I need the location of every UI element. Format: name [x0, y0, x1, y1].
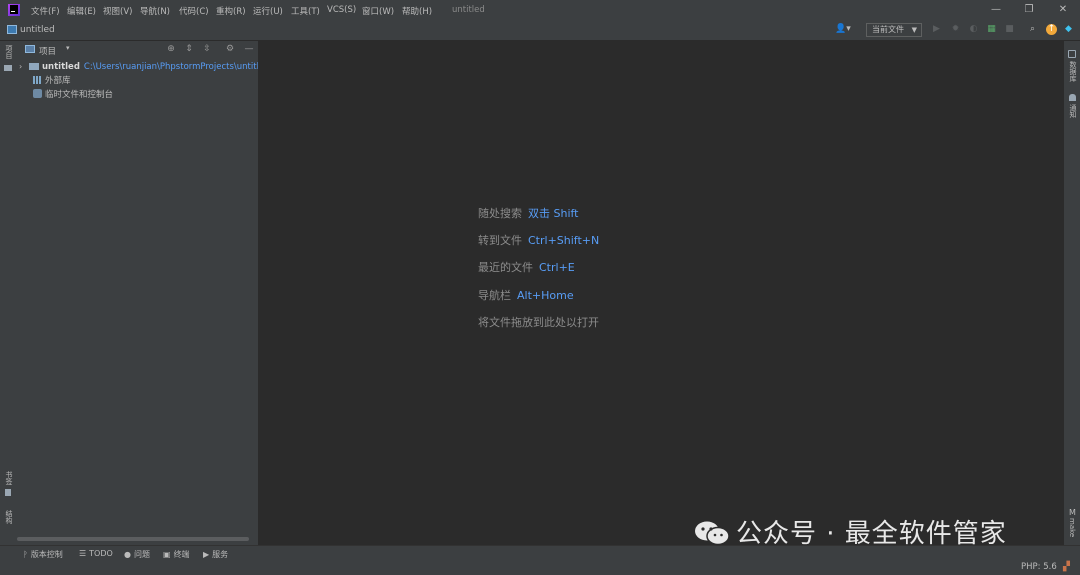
hint-goto-file: 转到文件 Ctrl+Shift+N	[478, 232, 599, 248]
update-icon[interactable]: ↑	[1046, 24, 1057, 35]
hint-shortcut: Ctrl+E	[539, 261, 575, 274]
hint-text: 将文件拖放到此处以打开	[478, 316, 599, 329]
hint-shortcut: 双击 Shift	[528, 207, 579, 220]
menu-refactor[interactable]: 重构(R)	[216, 5, 246, 17]
project-tool-tab[interactable]: 项目	[4, 45, 14, 59]
todo-tab[interactable]: ☰ TODO	[79, 549, 113, 558]
menu-window[interactable]: 窗口(W)	[362, 5, 394, 17]
run-icon[interactable]: ▶	[931, 24, 942, 35]
hint-text: 导航栏	[478, 289, 511, 302]
expand-all-icon[interactable]: ⇕	[184, 44, 194, 54]
menu-run[interactable]: 运行(U)	[253, 5, 283, 17]
make-tool-tab[interactable]: make	[1068, 518, 1076, 537]
run-configuration-label: 当前文件	[872, 25, 904, 34]
tree-row-project-root[interactable]: › untitled C:\Users\ruanjian\PhpstormProje…	[15, 60, 258, 74]
tab-label: 版本控制	[30, 550, 63, 559]
watermark: 公众号 · 最全软件管家	[694, 513, 1007, 550]
terminal-icon: ▣	[163, 550, 171, 559]
php-language-level[interactable]: PHP: 5.6	[1021, 562, 1057, 572]
coverage-icon[interactable]: ◐	[968, 24, 979, 35]
gear-icon[interactable]: ⚙	[225, 44, 235, 54]
make-icon: M	[1069, 508, 1076, 517]
editor-empty-area[interactable]	[259, 41, 1064, 545]
library-icon	[33, 76, 42, 84]
restore-icon[interactable]: ❐	[1019, 3, 1039, 17]
menu-help[interactable]: 帮助(H)	[402, 5, 432, 17]
menu-view[interactable]: 视图(V)	[103, 5, 132, 17]
debug-icon[interactable]: ✹	[950, 24, 961, 35]
tree-root-name: untitled	[42, 62, 80, 72]
breadcrumb-project[interactable]: untitled	[20, 25, 55, 35]
notifications-tool-tab[interactable]: 通知	[1068, 104, 1078, 118]
hint-text: 最近的文件	[478, 261, 533, 274]
bookmarks-tool-tab[interactable]: 书签	[4, 471, 14, 485]
bookmark-icon	[5, 489, 11, 496]
hint-search-everywhere: 随处搜索 双击 Shift	[478, 205, 579, 221]
hint-shortcut: Ctrl+Shift+N	[528, 234, 600, 247]
problems-icon: ●	[124, 550, 131, 559]
phpstorm-logo-icon[interactable]	[8, 4, 20, 16]
hint-text: 转到文件	[478, 234, 522, 247]
window-title: untitled	[452, 5, 485, 15]
panel-title[interactable]: 项目	[39, 45, 56, 57]
structure-tool-tab[interactable]: 结构	[4, 510, 14, 524]
stop-icon[interactable]: ■	[1004, 24, 1015, 35]
account-icon[interactable]: 👤▾	[835, 24, 851, 34]
menu-code[interactable]: 代码(C)	[179, 5, 209, 17]
menu-edit[interactable]: 编辑(E)	[67, 5, 96, 17]
problems-tab[interactable]: ● 问题	[124, 549, 150, 560]
project-tab-folder-icon	[4, 65, 12, 71]
tree-scratches-label: 临时文件和控制台	[45, 90, 114, 100]
tree-external-libraries-label: 外部库	[45, 76, 71, 86]
version-control-icon: ᚹ	[23, 550, 28, 559]
database-tool-tab[interactable]: 数据库	[1068, 61, 1078, 82]
menu-vcs[interactable]: VCS(S)	[327, 5, 356, 15]
jetbrains-toolbox-icon[interactable]: ◆	[1063, 24, 1074, 35]
project-folder-icon	[7, 25, 17, 34]
folder-icon	[29, 63, 39, 70]
project-view-icon	[25, 45, 35, 53]
hint-navigation-bar: 导航栏 Alt+Home	[478, 287, 574, 303]
project-tool-window	[15, 41, 258, 545]
minimize-icon[interactable]: —	[986, 3, 1006, 17]
services-icon: ▶	[203, 550, 210, 559]
version-control-tab[interactable]: ᚹ 版本控制	[23, 549, 63, 560]
tab-label: 服务	[212, 550, 229, 559]
collapse-all-icon[interactable]: ⇳	[202, 44, 212, 54]
terminal-tab[interactable]: ▣ 终端	[163, 549, 190, 560]
tab-label: TODO	[89, 549, 113, 558]
locate-file-icon[interactable]: ⊕	[166, 44, 176, 54]
hint-recent-files: 最近的文件 Ctrl+E	[478, 259, 575, 275]
scratches-icon	[33, 89, 42, 98]
search-icon[interactable]: ⌕	[1027, 24, 1038, 35]
left-tool-strip	[0, 41, 15, 545]
todo-icon: ☰	[79, 549, 87, 558]
menu-navigate[interactable]: 导航(N)	[140, 5, 170, 17]
hide-panel-icon[interactable]: —	[244, 44, 254, 54]
database-icon	[1068, 50, 1076, 58]
status-bar	[0, 563, 1080, 575]
hint-shortcut: Alt+Home	[517, 289, 574, 302]
close-icon[interactable]: ✕	[1053, 3, 1073, 17]
services-tab[interactable]: ▶ 服务	[203, 549, 228, 560]
tree-row-scratches[interactable]: 临时文件和控制台	[15, 88, 258, 102]
file-indicator-icon[interactable]: ▞	[1063, 562, 1070, 572]
profiler-icon[interactable]: ▦	[986, 24, 997, 35]
hint-text: 随处搜索	[478, 207, 522, 220]
tab-label: 终端	[173, 550, 190, 559]
horizontal-scrollbar[interactable]	[17, 537, 249, 541]
hint-drop-files: 将文件拖放到此处以打开	[478, 314, 599, 330]
tab-label: 问题	[133, 550, 150, 559]
notifications-icon	[1069, 94, 1076, 101]
tree-root-path: C:\Users\ruanjian\PhpstormProjects\untit…	[83, 62, 258, 72]
run-configuration-select[interactable]: 当前文件 ▼	[866, 23, 922, 37]
view-mode-chevron-icon[interactable]: ▾	[66, 44, 70, 52]
wechat-logo-icon	[695, 521, 730, 546]
watermark-text: 公众号 · 最全软件管家	[736, 519, 1007, 549]
chevron-right-icon[interactable]: ›	[19, 60, 29, 74]
menu-tools[interactable]: 工具(T)	[291, 5, 320, 17]
tree-row-external-libraries[interactable]: 外部库	[15, 74, 258, 88]
menu-file[interactable]: 文件(F)	[31, 5, 60, 17]
chevron-down-icon: ▼	[911, 26, 917, 34]
